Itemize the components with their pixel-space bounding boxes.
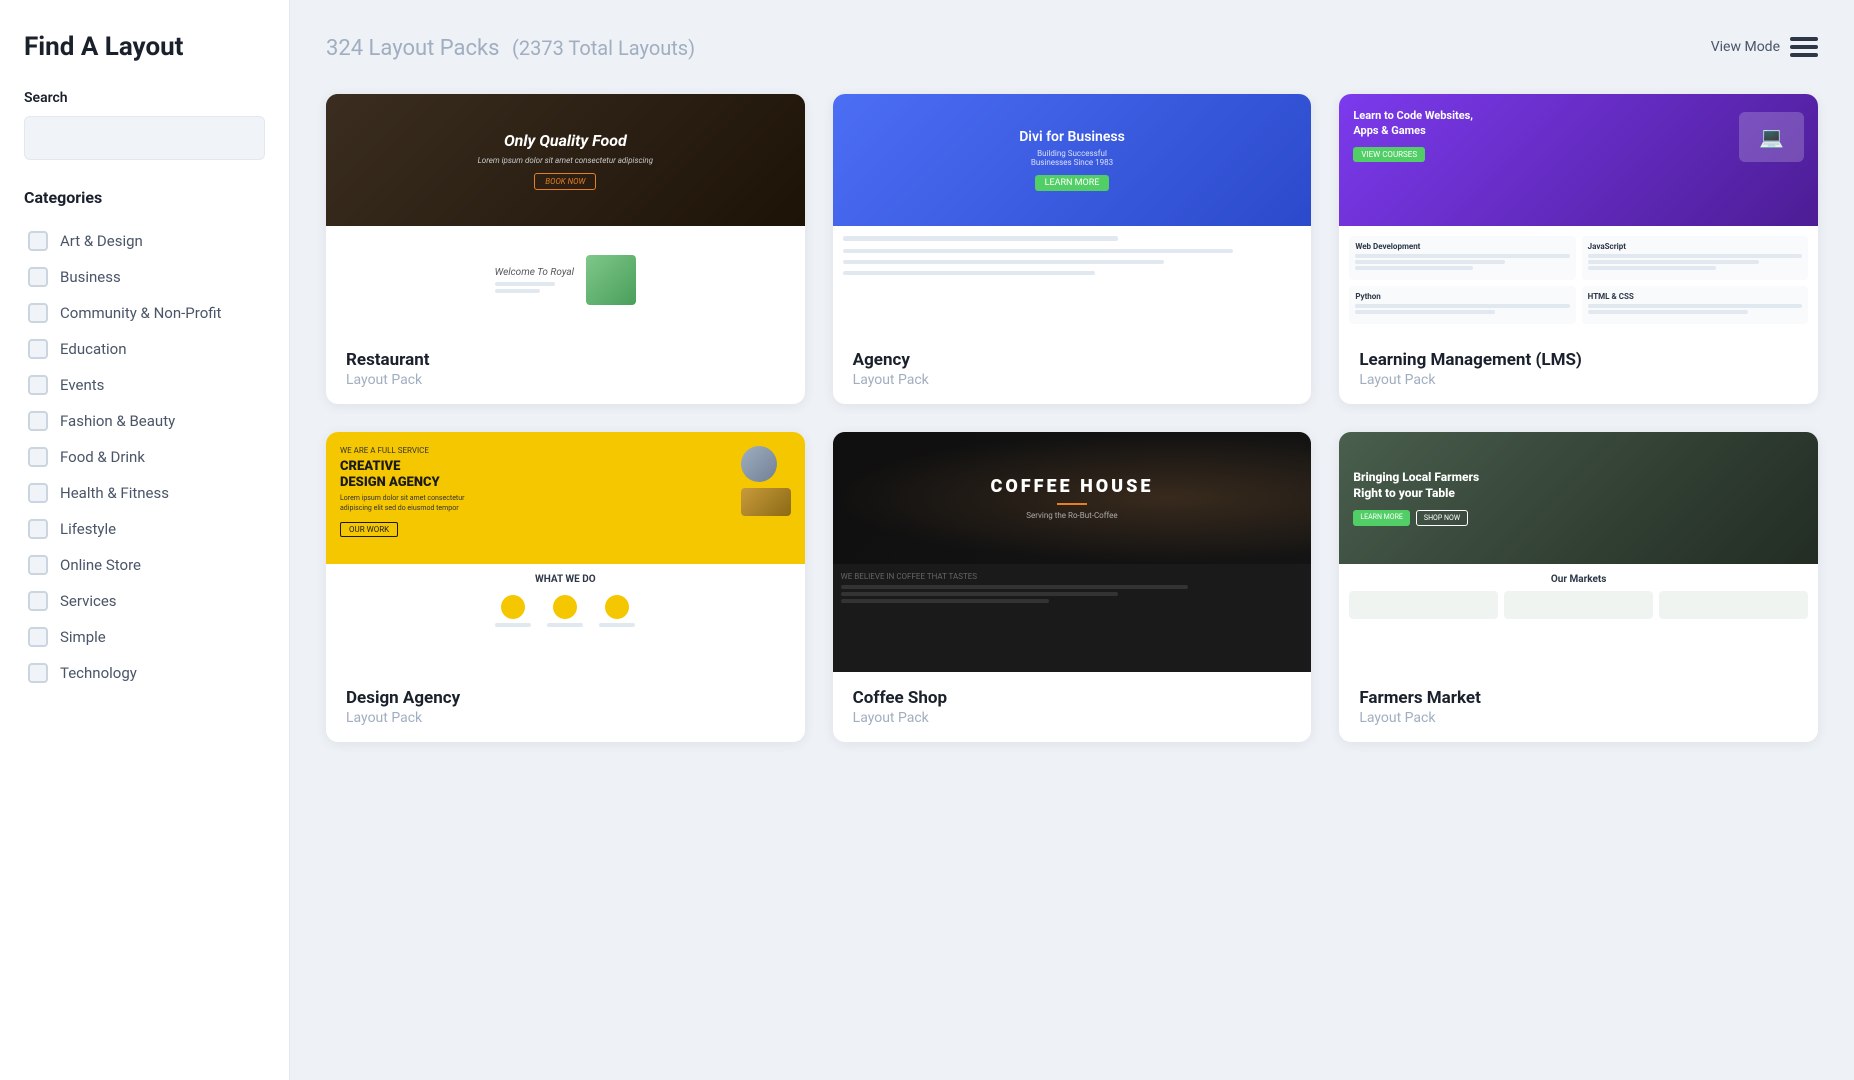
- card-info-agency: Agency Layout Pack: [833, 334, 1312, 404]
- category-name-community: Community & Non-Profit: [60, 304, 221, 322]
- category-name-food-drink: Food & Drink: [60, 448, 145, 466]
- category-checkbox-simple[interactable]: [28, 627, 48, 647]
- card-info-restaurant: Restaurant Layout Pack: [326, 334, 805, 404]
- card-preview-coffee: Coffee House Serving the Ro-But-Coffee W…: [833, 432, 1312, 672]
- categories-label: Categories: [24, 188, 265, 207]
- card-preview-restaurant: Only Quality Food Lorem ipsum dolor sit …: [326, 94, 805, 334]
- layout-count: 324 Layout Packs (2373 Total Layouts): [326, 32, 695, 62]
- category-checkbox-food-drink[interactable]: [28, 447, 48, 467]
- card-type-lms: Layout Pack: [1359, 372, 1798, 388]
- card-name-design-agency: Design Agency: [346, 688, 785, 708]
- category-name-online-store: Online Store: [60, 556, 141, 574]
- category-item-events[interactable]: Events: [24, 367, 265, 403]
- category-item-education[interactable]: Education: [24, 331, 265, 367]
- category-name-simple: Simple: [60, 628, 106, 646]
- category-name-health-fitness: Health & Fitness: [60, 484, 169, 502]
- category-item-lifestyle[interactable]: Lifestyle: [24, 511, 265, 547]
- card-name-farmers-market: Farmers Market: [1359, 688, 1798, 708]
- view-mode-label: View Mode: [1711, 39, 1780, 55]
- card-name-restaurant: Restaurant: [346, 350, 785, 370]
- count-total: (2373 Total Layouts): [512, 36, 695, 60]
- main-content: 324 Layout Packs (2373 Total Layouts) Vi…: [290, 0, 1854, 1080]
- card-preview-design: WE ARE A FULL SERVICE CreativeDesign Age…: [326, 432, 805, 672]
- card-type-agency: Layout Pack: [853, 372, 1292, 388]
- category-item-food-drink[interactable]: Food & Drink: [24, 439, 265, 475]
- layout-card-coffee-shop[interactable]: Coffee House Serving the Ro-But-Coffee W…: [833, 432, 1312, 742]
- card-preview-agency: Divi for Business Building SuccessfulBus…: [833, 94, 1312, 334]
- card-type-design-agency: Layout Pack: [346, 710, 785, 726]
- category-checkbox-events[interactable]: [28, 375, 48, 395]
- search-input[interactable]: [24, 116, 265, 160]
- layout-card-design-agency[interactable]: WE ARE A FULL SERVICE CreativeDesign Age…: [326, 432, 805, 742]
- count-number: 324 Layout Packs: [326, 36, 500, 61]
- card-preview-lms: Learn to Code Websites,Apps & Games VIEW…: [1339, 94, 1818, 334]
- category-checkbox-education[interactable]: [28, 339, 48, 359]
- category-checkbox-online-store[interactable]: [28, 555, 48, 575]
- category-checkbox-health-fitness[interactable]: [28, 483, 48, 503]
- category-checkbox-fashion-beauty[interactable]: [28, 411, 48, 431]
- category-item-simple[interactable]: Simple: [24, 619, 265, 655]
- category-checkbox-lifestyle[interactable]: [28, 519, 48, 539]
- category-checkbox-art-design[interactable]: [28, 231, 48, 251]
- category-item-health-fitness[interactable]: Health & Fitness: [24, 475, 265, 511]
- category-item-technology[interactable]: Technology: [24, 655, 265, 691]
- card-type-farmers-market: Layout Pack: [1359, 710, 1798, 726]
- category-item-fashion-beauty[interactable]: Fashion & Beauty: [24, 403, 265, 439]
- sidebar: Find A Layout Search Categories Art & De…: [0, 0, 290, 1080]
- category-name-services: Services: [60, 592, 117, 610]
- search-label: Search: [24, 90, 265, 106]
- category-checkbox-technology[interactable]: [28, 663, 48, 683]
- layout-card-farmers-market[interactable]: Bringing Local FarmersRight to your Tabl…: [1339, 432, 1818, 742]
- card-info-farmers-market: Farmers Market Layout Pack: [1339, 672, 1818, 742]
- layout-card-agency[interactable]: Divi for Business Building SuccessfulBus…: [833, 94, 1312, 404]
- view-mode-icon: [1790, 36, 1818, 58]
- preview-restaurant-text: Only Quality Food Lorem ipsum dolor sit …: [478, 131, 653, 190]
- sidebar-title: Find A Layout: [24, 32, 265, 62]
- category-item-business[interactable]: Business: [24, 259, 265, 295]
- category-name-art-design: Art & Design: [60, 232, 143, 250]
- layout-count-container: 324 Layout Packs (2373 Total Layouts): [326, 32, 695, 62]
- card-preview-farmers: Bringing Local FarmersRight to your Tabl…: [1339, 432, 1818, 672]
- main-header: 324 Layout Packs (2373 Total Layouts) Vi…: [326, 32, 1818, 62]
- card-type-coffee-shop: Layout Pack: [853, 710, 1292, 726]
- category-name-education: Education: [60, 340, 127, 358]
- category-item-art-design[interactable]: Art & Design: [24, 223, 265, 259]
- card-info-coffee-shop: Coffee Shop Layout Pack: [833, 672, 1312, 742]
- category-name-lifestyle: Lifestyle: [60, 520, 116, 538]
- category-name-events: Events: [60, 376, 104, 394]
- card-name-lms: Learning Management (LMS): [1359, 350, 1798, 370]
- view-mode-control[interactable]: View Mode: [1711, 36, 1818, 58]
- card-info-lms: Learning Management (LMS) Layout Pack: [1339, 334, 1818, 404]
- layout-card-lms[interactable]: Learn to Code Websites,Apps & Games VIEW…: [1339, 94, 1818, 404]
- layout-card-restaurant[interactable]: Only Quality Food Lorem ipsum dolor sit …: [326, 94, 805, 404]
- category-checkbox-community[interactable]: [28, 303, 48, 323]
- categories-list: Art & Design Business Community & Non-Pr…: [24, 223, 265, 691]
- category-item-community[interactable]: Community & Non-Profit: [24, 295, 265, 331]
- app-container: Find A Layout Search Categories Art & De…: [0, 0, 1854, 1080]
- category-item-services[interactable]: Services: [24, 583, 265, 619]
- layout-grid: Only Quality Food Lorem ipsum dolor sit …: [326, 94, 1818, 742]
- category-item-online-store[interactable]: Online Store: [24, 547, 265, 583]
- category-checkbox-services[interactable]: [28, 591, 48, 611]
- category-name-business: Business: [60, 268, 121, 286]
- card-name-coffee-shop: Coffee Shop: [853, 688, 1292, 708]
- category-name-technology: Technology: [60, 664, 137, 682]
- card-name-agency: Agency: [853, 350, 1292, 370]
- category-checkbox-business[interactable]: [28, 267, 48, 287]
- card-type-restaurant: Layout Pack: [346, 372, 785, 388]
- category-name-fashion-beauty: Fashion & Beauty: [60, 412, 175, 430]
- card-info-design-agency: Design Agency Layout Pack: [326, 672, 805, 742]
